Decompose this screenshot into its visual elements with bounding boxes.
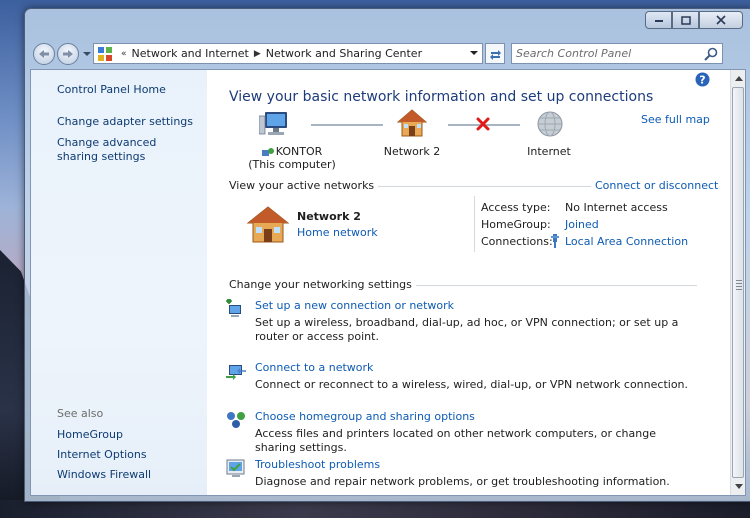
scroll-thumb[interactable] [732, 87, 744, 478]
connect-network-icon [226, 365, 246, 380]
vertical-scrollbar[interactable] [730, 70, 745, 495]
scroll-up-button[interactable] [731, 71, 745, 86]
page-title: View your basic network information and … [229, 89, 654, 105]
network-type-link[interactable]: Home network [297, 226, 378, 239]
scroll-down-icon [734, 484, 743, 489]
home-network-icon[interactable] [397, 108, 427, 138]
access-type-value: No Internet access [565, 201, 668, 214]
search-icon[interactable] [703, 46, 719, 62]
see-full-map-link[interactable]: See full map [641, 113, 710, 126]
address-overflow-icon[interactable]: « [121, 49, 127, 59]
homegroup-joined-link[interactable]: Joined [565, 218, 599, 231]
new-connection-icon [226, 299, 241, 317]
setup-connection-description: Set up a wireless, broadband, dial-up, a… [255, 316, 679, 343]
scroll-up-icon [734, 76, 743, 81]
sidebar-item-windows-firewall[interactable]: Windows Firewall [57, 468, 197, 482]
sidebar-item-internet-options[interactable]: Internet Options [57, 448, 197, 462]
connections-label: Connections: [481, 235, 553, 248]
internet-globe-icon[interactable] [536, 110, 564, 138]
active-networks-heading: View your active networks [229, 179, 379, 192]
help-icon[interactable]: ? [695, 72, 710, 87]
map-node-internet: Internet [527, 145, 571, 158]
minimize-button[interactable] [645, 11, 672, 29]
computer-subtitle: (This computer) [248, 158, 336, 171]
maximize-icon [680, 15, 691, 25]
address-dropdown-icon[interactable] [470, 50, 478, 56]
search-input[interactable] [512, 44, 703, 63]
address-bar[interactable]: « Network and Internet ▶ Network and Sha… [93, 43, 483, 64]
sidebar-item-homegroup[interactable]: HomeGroup [57, 428, 197, 442]
forward-button[interactable] [57, 43, 79, 65]
sidebar: Control Panel Home Change adapter settin… [31, 70, 207, 495]
forward-arrow-icon [63, 50, 73, 58]
homegroup-label: HomeGroup: [481, 218, 551, 231]
client-area: Control Panel Home Change adapter settin… [30, 69, 746, 496]
sidebar-item-change-adapter-settings[interactable]: Change adapter settings [57, 115, 197, 129]
back-button[interactable] [33, 43, 55, 65]
sidebar-item-change-advanced-sharing-settings[interactable]: Change advanced sharing settings [57, 136, 187, 164]
task-homegroup-sharing: Choose homegroup and sharing options Acc… [225, 410, 695, 454]
connect-network-link[interactable]: Connect to a network [255, 361, 373, 374]
troubleshoot-description: Diagnose and repair network problems, or… [255, 475, 670, 488]
main-content: ? View your basic network information an… [207, 70, 730, 495]
refresh-button[interactable] [485, 43, 505, 64]
homegroup-sharing-link[interactable]: Choose homegroup and sharing options [255, 410, 475, 423]
search-box[interactable] [511, 43, 723, 64]
breadcrumb-separator-icon[interactable]: ▶ [254, 49, 261, 59]
back-arrow-icon [39, 50, 49, 58]
control-panel-icon [98, 46, 112, 61]
access-type-label: Access type: [481, 201, 551, 214]
maximize-button[interactable] [672, 11, 699, 29]
home-network-large-icon [246, 206, 290, 243]
setup-connection-link[interactable]: Set up a new connection or network [255, 299, 454, 312]
active-networks-divider [474, 196, 475, 252]
task-connect-network: Connect to a network Connect or reconnec… [225, 361, 695, 393]
task-setup-connection: Set up a new connection or network Set u… [225, 299, 695, 343]
connect-network-description: Connect or reconnect to a wireless, wire… [255, 378, 689, 391]
see-also-heading: See also [57, 407, 104, 420]
svg-text:?: ? [699, 74, 705, 87]
disconnected-x-icon [476, 117, 490, 131]
navigation-bar: « Network and Internet ▶ Network and Sha… [31, 42, 745, 66]
networking-settings-heading: Change your networking settings [229, 278, 416, 291]
computer-icon[interactable] [259, 110, 289, 138]
map-node-computer: KONTOR (This computer) [247, 145, 337, 171]
breadcrumb-network-and-internet[interactable]: Network and Internet [132, 47, 249, 60]
homegroup-sharing-description: Access files and printers located on oth… [255, 427, 656, 454]
scroll-down-button[interactable] [731, 479, 745, 494]
troubleshoot-icon [226, 459, 245, 477]
close-icon [716, 15, 726, 25]
sidebar-item-control-panel-home[interactable]: Control Panel Home [57, 83, 197, 97]
computer-small-icon [261, 147, 274, 156]
computer-name: KONTOR [275, 145, 323, 158]
map-node-network: Network 2 [383, 145, 441, 158]
close-button[interactable] [699, 11, 743, 29]
active-network-name: Network 2 [297, 210, 361, 223]
scroll-grip-icon [736, 280, 742, 292]
refresh-icon [489, 49, 501, 60]
ethernet-icon [551, 234, 559, 248]
task-troubleshoot: Troubleshoot problems Diagnose and repai… [225, 458, 695, 490]
connect-or-disconnect-link[interactable]: Connect or disconnect [591, 179, 719, 192]
desktop-bottom [0, 500, 750, 518]
control-panel-window: « Network and Internet ▶ Network and Sha… [24, 8, 750, 502]
homegroup-icon [227, 412, 245, 428]
recent-pages-dropdown-icon[interactable] [83, 50, 91, 58]
breadcrumb-network-and-sharing-center[interactable]: Network and Sharing Center [266, 47, 422, 60]
minimize-icon [654, 20, 663, 22]
caption-buttons [645, 11, 743, 29]
map-link-computer-network [311, 124, 383, 126]
troubleshoot-link[interactable]: Troubleshoot problems [255, 458, 380, 471]
local-area-connection-link[interactable]: Local Area Connection [565, 235, 688, 248]
